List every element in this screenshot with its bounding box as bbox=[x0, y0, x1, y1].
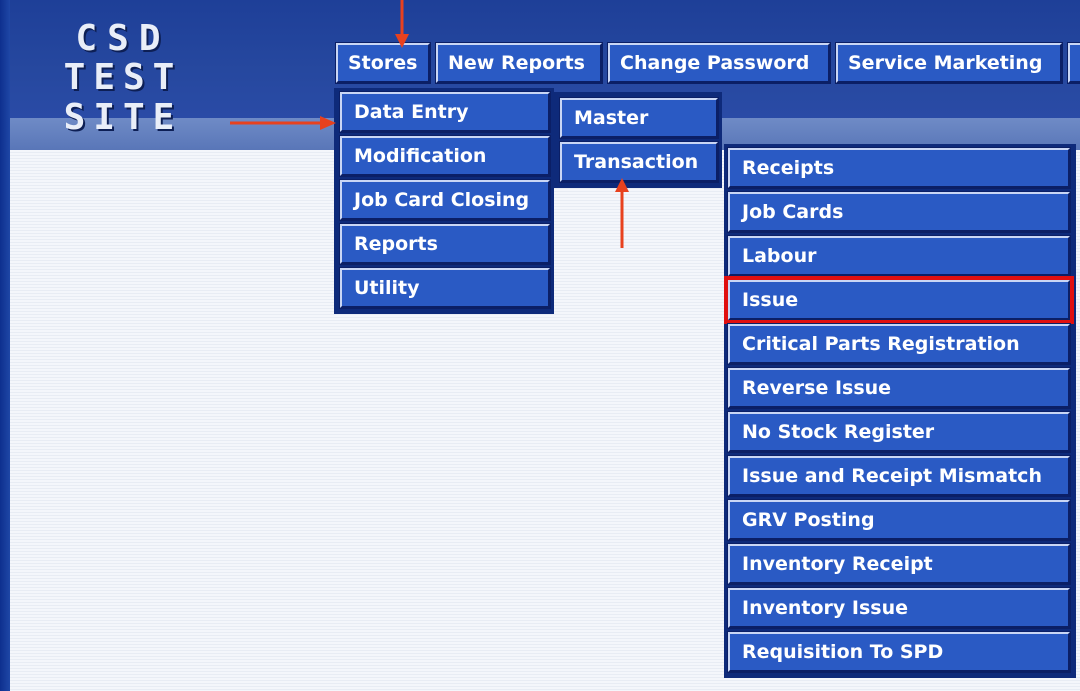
stores-item-job-card-closing[interactable]: Job Card Closing bbox=[339, 179, 551, 221]
transaction-item-critical-parts-registration[interactable]: Critical Parts Registration bbox=[727, 323, 1071, 365]
transaction-item-receipts[interactable]: Receipts bbox=[727, 147, 1071, 189]
stores-item-data-entry[interactable]: Data Entry bbox=[339, 91, 551, 133]
topmenu-service-marketing[interactable]: Service Marketing bbox=[835, 42, 1063, 84]
transaction-item-issue-and-receipt-mismatch[interactable]: Issue and Receipt Mismatch bbox=[727, 455, 1071, 497]
logo-line-2: TEST SITE bbox=[63, 57, 183, 138]
topmenu-stores[interactable]: Stores bbox=[335, 42, 431, 84]
transaction-item-inventory-issue[interactable]: Inventory Issue bbox=[727, 587, 1071, 629]
site-logo: CSD TEST SITE bbox=[16, 18, 230, 138]
transaction-item-reverse-issue[interactable]: Reverse Issue bbox=[727, 367, 1071, 409]
transaction-item-no-stock-register[interactable]: No Stock Register bbox=[727, 411, 1071, 453]
arrow-down-icon bbox=[395, 0, 409, 48]
transaction-item-grv-posting[interactable]: GRV Posting bbox=[727, 499, 1071, 541]
stores-item-modification[interactable]: Modification bbox=[339, 135, 551, 177]
stores-item-utility[interactable]: Utility bbox=[339, 267, 551, 309]
logo-line-1: CSD bbox=[75, 18, 171, 59]
arrow-up-icon bbox=[615, 178, 629, 248]
transaction-item-labour[interactable]: Labour bbox=[727, 235, 1071, 277]
data-entry-item-transaction[interactable]: Transaction bbox=[559, 141, 719, 183]
transaction-item-issue[interactable]: Issue bbox=[724, 276, 1074, 324]
stores-item-reports[interactable]: Reports bbox=[339, 223, 551, 265]
topmenu-new-reports[interactable]: New Reports bbox=[435, 42, 603, 84]
transaction-item-requisition-to-spd[interactable]: Requisition To SPD bbox=[727, 631, 1071, 673]
data-entry-item-master[interactable]: Master bbox=[559, 97, 719, 139]
arrow-right-icon bbox=[230, 116, 336, 130]
transaction-item-job-cards[interactable]: Job Cards bbox=[727, 191, 1071, 233]
topmenu-more[interactable] bbox=[1067, 42, 1080, 84]
transaction-item-inventory-receipt[interactable]: Inventory Receipt bbox=[727, 543, 1071, 585]
topmenu-change-password[interactable]: Change Password bbox=[607, 42, 831, 84]
